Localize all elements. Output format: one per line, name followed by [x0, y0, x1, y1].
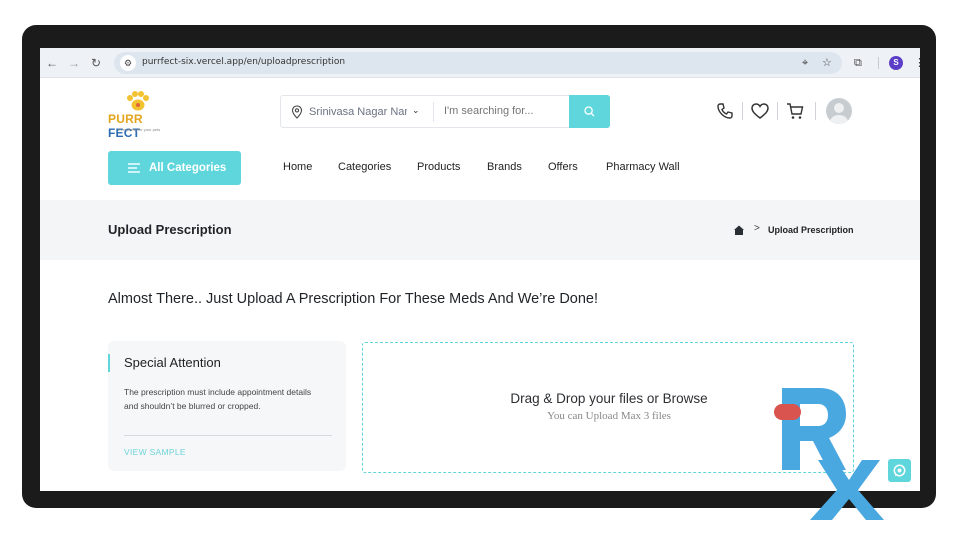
search-divider: [433, 102, 434, 122]
extensions-icon[interactable]: ⧉: [854, 56, 862, 70]
user-avatar[interactable]: [826, 98, 852, 124]
header-divider: [815, 102, 816, 120]
nav-categories[interactable]: Categories: [338, 161, 391, 173]
whatsapp-chat-button[interactable]: [888, 459, 911, 482]
reload-icon[interactable]: ↻: [88, 55, 104, 71]
header-divider: [777, 102, 778, 120]
heart-icon[interactable]: [749, 100, 771, 122]
search-input[interactable]: [444, 105, 564, 117]
cart-icon[interactable]: [784, 100, 806, 122]
browser-menu-icon[interactable]: ⋮: [914, 56, 920, 70]
breadcrumb-current: Upload Prescription: [768, 225, 854, 235]
location-icon[interactable]: ⌖: [802, 56, 808, 70]
paw-logo-icon: [127, 91, 149, 111]
url-text[interactable]: purrfect-six.vercel.app/en/uploadprescri…: [142, 57, 345, 67]
profile-avatar[interactable]: S: [889, 56, 903, 70]
address-bar[interactable]: ⚙ purrfect-six.vercel.app/en/uploadpresc…: [114, 52, 842, 74]
special-attention-title: Special Attention: [124, 355, 221, 370]
logo-tagline: Everything for your pets: [118, 127, 161, 132]
nav-products[interactable]: Products: [417, 161, 460, 173]
breadcrumb-section: Upload Prescription > Upload Prescriptio…: [40, 200, 920, 260]
logo-word-a: PURR: [108, 112, 143, 126]
special-attention-card: Special Attention The prescription must …: [108, 341, 346, 471]
home-icon[interactable]: [733, 224, 745, 236]
view-sample-link[interactable]: VIEW SAMPLE: [124, 447, 186, 457]
bookmark-star-icon[interactable]: ☆: [822, 56, 832, 70]
phone-icon[interactable]: [714, 100, 736, 122]
header-divider: [742, 102, 743, 120]
search-icon: [584, 106, 595, 117]
browser-toolbar: ← → ↻ ⚙ purrfect-six.vercel.app/en/uploa…: [40, 48, 920, 78]
menu-lines-icon: [128, 163, 140, 173]
location-pin-icon: [291, 105, 303, 119]
breadcrumb-separator: >: [754, 223, 760, 234]
accent-bar: [108, 354, 110, 372]
all-categories-label: All Categories: [149, 162, 227, 174]
chevron-down-icon[interactable]: ⌄: [412, 105, 420, 116]
search-button[interactable]: [569, 95, 610, 128]
user-silhouette-icon: [830, 103, 848, 124]
nav-pharmacy-wall[interactable]: Pharmacy Wall: [606, 161, 680, 173]
search-bar: Srinivasa Nagar Nand ⌄: [280, 95, 610, 128]
upload-headline: Almost There.. Just Upload A Prescriptio…: [108, 291, 599, 307]
page-title: Upload Prescription: [108, 222, 232, 237]
whatsapp-icon: [893, 464, 906, 477]
toolbar-divider: [878, 57, 879, 69]
logo-wordmark: PURR FECT: [108, 112, 178, 140]
site-logo[interactable]: PURR FECT Everything for your pets: [108, 90, 178, 140]
all-categories-button[interactable]: All Categories: [108, 151, 241, 185]
nav-offers[interactable]: Offers: [548, 161, 578, 173]
forward-icon[interactable]: →: [66, 55, 82, 71]
rx-prescription-icon: [774, 388, 884, 520]
site-settings-icon[interactable]: ⚙: [120, 55, 136, 71]
card-divider: [124, 435, 332, 436]
special-attention-text: The prescription must include appointmen…: [124, 387, 312, 411]
nav-brands[interactable]: Brands: [487, 161, 522, 173]
location-select[interactable]: Srinivasa Nagar Nand: [309, 106, 407, 118]
back-icon[interactable]: ←: [44, 55, 60, 71]
nav-home[interactable]: Home: [283, 161, 312, 173]
